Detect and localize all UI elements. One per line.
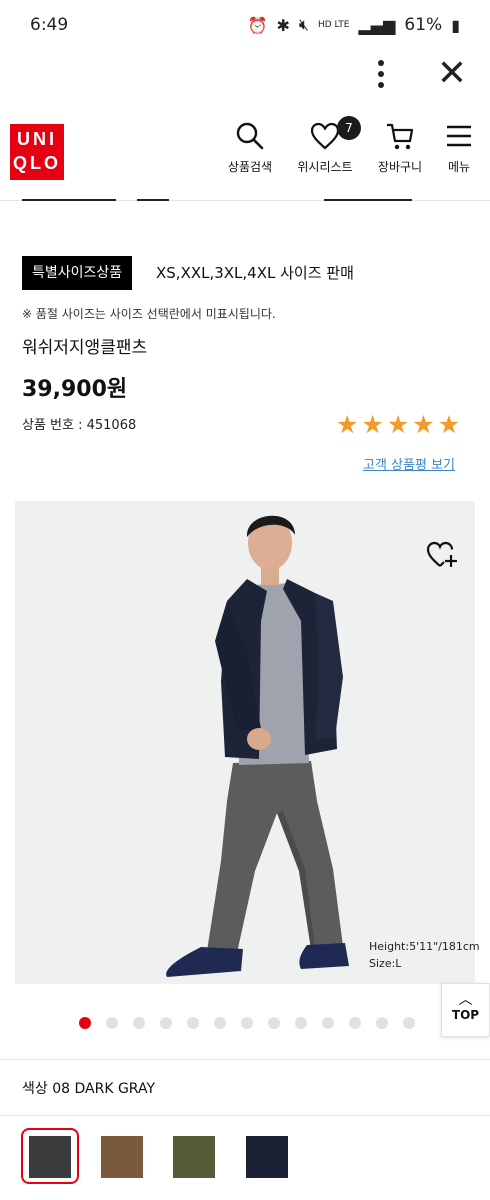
status-indicators: ⏰ ✱ 🔇︎ HD LTE ▂▄▆ 61% ▮: [248, 15, 460, 35]
special-sizes-text: XS,XXL,3XL,4XL 사이즈 판매: [156, 264, 354, 282]
scroll-top-label: TOP: [451, 1008, 480, 1022]
heart-plus-icon[interactable]: [425, 538, 459, 572]
battery-icon: ▮: [451, 15, 460, 35]
model-info: Height:5'11"/181cm Size:L: [369, 938, 480, 972]
carousel-dot[interactable]: [187, 1017, 199, 1029]
sub-nav-mark: [22, 199, 116, 201]
carousel-dot[interactable]: [241, 1017, 253, 1029]
product-price: 39,900원: [22, 377, 128, 402]
wishlist-count-badge: 7: [337, 116, 361, 140]
carousel-dots: [79, 1017, 415, 1029]
color-swatch-brown[interactable]: [101, 1136, 143, 1178]
status-bar: 6:49 ⏰ ✱ 🔇︎ HD LTE ▂▄▆ 61% ▮: [0, 0, 490, 52]
logo-line-2: QLO: [13, 153, 61, 173]
color-swatch-olive[interactable]: [173, 1136, 215, 1178]
carousel-dot[interactable]: [349, 1017, 361, 1029]
star-icon: ★: [361, 410, 384, 439]
sub-nav-mark: [324, 199, 412, 201]
more-options-icon[interactable]: [366, 58, 396, 90]
rating-stars: ★ ★ ★ ★ ★: [336, 410, 460, 440]
special-size-badge: 특별사이즈상품: [22, 256, 133, 290]
model-height: Height:5'11"/181cm: [369, 940, 480, 953]
mute-icon: 🔇︎: [298, 15, 309, 34]
sub-nav-mark: [137, 199, 169, 201]
alarm-icon: ⏰: [247, 15, 268, 35]
battery-level: 61%: [404, 15, 443, 35]
header-wishlist-label: 위시리스트: [297, 160, 353, 174]
header-menu[interactable]: 메뉴: [440, 120, 478, 182]
scroll-top-button[interactable]: ︿ TOP: [441, 983, 490, 1037]
status-time: 6:49: [30, 15, 69, 35]
header-menu-label: 메뉴: [447, 160, 471, 174]
size-notice: ※ 품절 사이즈는 사이즈 선택란에서 미표시됩니다.: [22, 307, 276, 321]
carousel-dot[interactable]: [268, 1017, 280, 1029]
carousel-dot[interactable]: [133, 1017, 145, 1029]
color-swatch-navy[interactable]: [246, 1136, 288, 1178]
header-search[interactable]: 상품검색: [222, 120, 278, 182]
divider: [0, 1059, 490, 1060]
hamburger-icon: [447, 125, 471, 147]
header-cart[interactable]: 장바구니: [372, 120, 428, 182]
model-figure: [166, 515, 349, 977]
color-swatch-dark-gray[interactable]: [29, 1136, 71, 1178]
carousel-dot[interactable]: [322, 1017, 334, 1029]
logo-line-1: UNI: [17, 129, 57, 149]
product-number: 상품 번호 : 451068: [22, 418, 137, 433]
heart-icon: [310, 122, 340, 150]
close-icon[interactable]: ✕: [432, 54, 472, 94]
carousel-dot[interactable]: [376, 1017, 388, 1029]
cart-icon: [387, 123, 414, 150]
carousel-dot[interactable]: [79, 1017, 91, 1029]
header-cart-label: 장바구니: [377, 160, 423, 174]
bluetooth-icon: ✱: [276, 15, 290, 35]
product-image[interactable]: [15, 501, 475, 984]
product-name: 워쉬저지앵클팬츠: [22, 338, 148, 358]
divider: [0, 1115, 490, 1116]
chevron-up-icon: ︿: [458, 992, 473, 1008]
color-label: 색상 08 DARK GRAY: [22, 1081, 155, 1097]
star-icon: ★: [386, 410, 410, 439]
model-size: Size:L: [369, 957, 402, 970]
carousel-dot[interactable]: [106, 1017, 118, 1029]
search-icon: [236, 122, 264, 150]
header-search-label: 상품검색: [227, 160, 273, 174]
star-icon: ★: [336, 410, 359, 439]
star-icon: ★: [412, 410, 435, 439]
star-icon: ★: [437, 410, 461, 439]
carousel-dot[interactable]: [214, 1017, 226, 1029]
carousel-dot[interactable]: [295, 1017, 307, 1029]
uniqlo-logo[interactable]: UNI QLO: [10, 124, 64, 180]
customer-reviews-link[interactable]: 고객 상품평 보기: [363, 454, 455, 473]
network-type: HD LTE: [317, 20, 350, 30]
carousel-dot[interactable]: [403, 1017, 415, 1029]
carousel-dot[interactable]: [160, 1017, 172, 1029]
signal-icon: ▂▄▆: [358, 15, 396, 35]
